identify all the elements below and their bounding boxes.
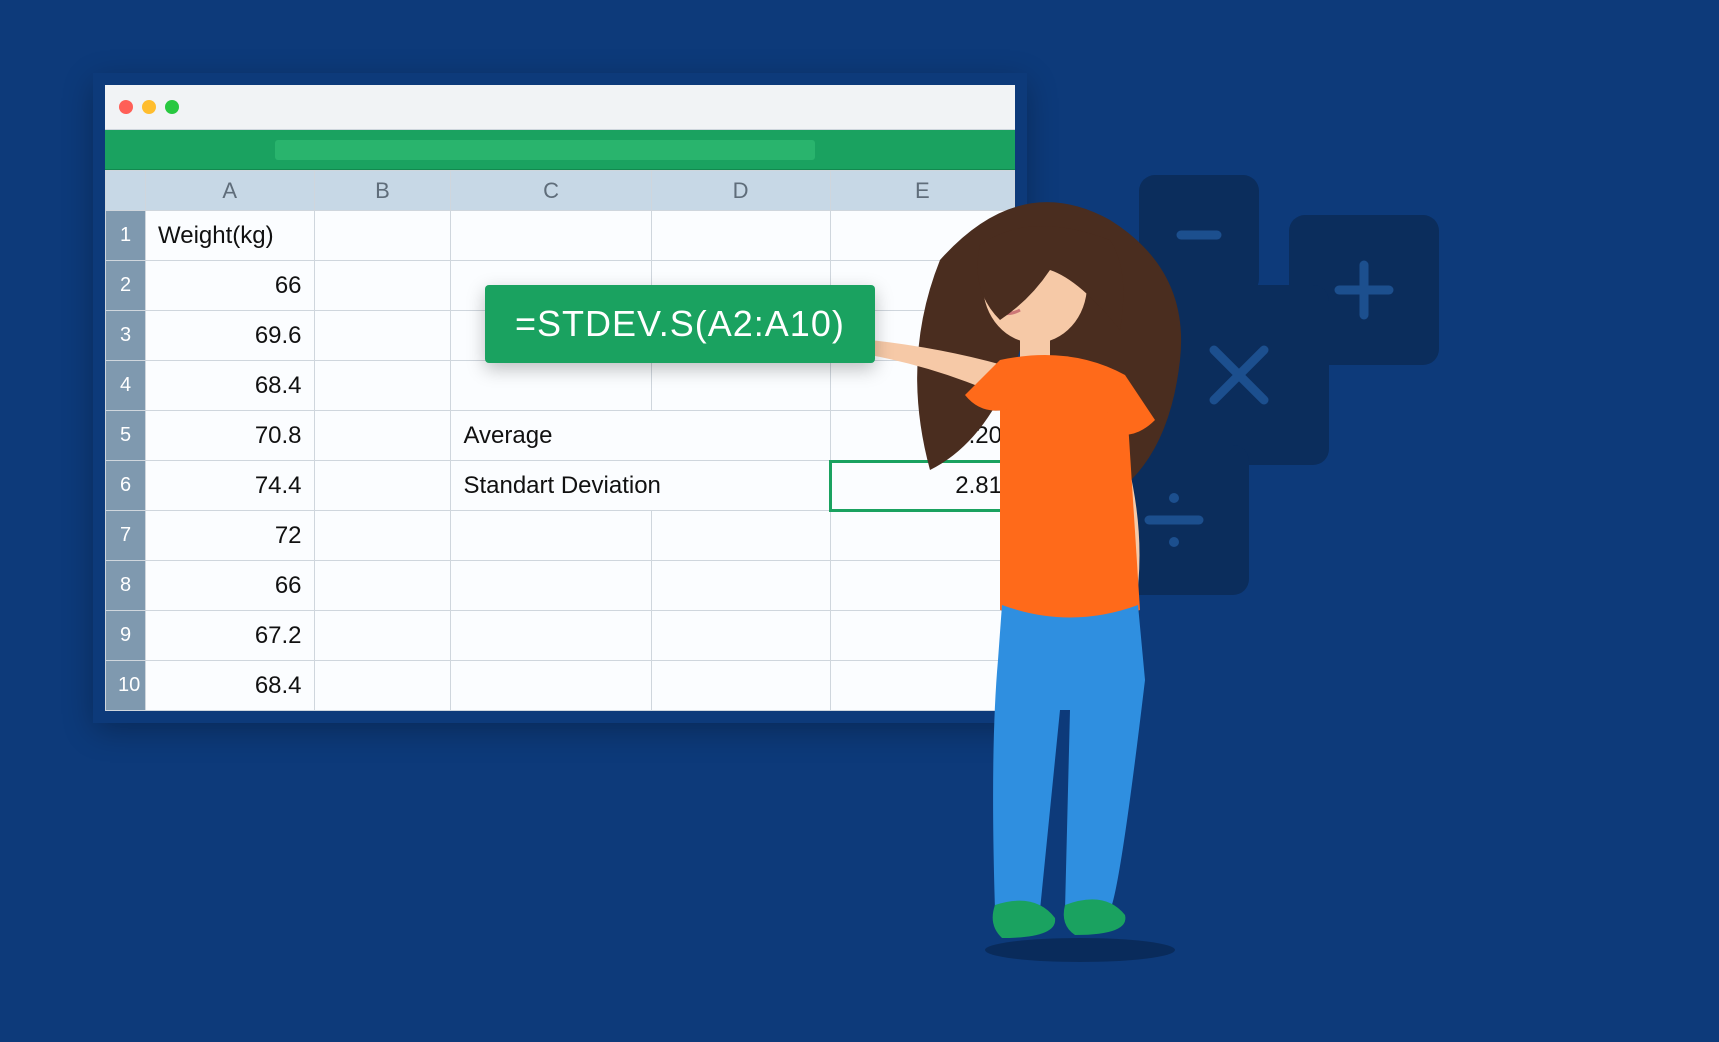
minimize-icon[interactable] [142,100,156,114]
cell-A4[interactable]: 68.4 [146,361,315,411]
cell-B3[interactable] [314,311,451,361]
cell-D9[interactable] [651,611,830,661]
cell-B7[interactable] [314,511,451,561]
row-header-10[interactable]: 10 [106,661,146,711]
cell-B6[interactable] [314,461,451,511]
cell-B10[interactable] [314,661,451,711]
cell-A7[interactable]: 72 [146,511,315,561]
cell-A2[interactable]: 66 [146,261,315,311]
cell-A3[interactable]: 69.6 [146,311,315,361]
cell-B8[interactable] [314,561,451,611]
cell-C6[interactable]: Standart Deviation [451,461,830,511]
cell-B1[interactable] [314,211,451,261]
cell-D7[interactable] [651,511,830,561]
row-header-6[interactable]: 6 [106,461,146,511]
row-header-8[interactable]: 8 [106,561,146,611]
col-header-D[interactable]: D [651,171,830,211]
window-titlebar [105,85,1015,130]
cell-A1[interactable]: Weight(kg) [146,211,315,261]
cell-C5[interactable]: Average [451,411,830,461]
cell-A9[interactable]: 67.2 [146,611,315,661]
row-header-5[interactable]: 5 [106,411,146,461]
cell-D10[interactable] [651,661,830,711]
cell-A8[interactable]: 66 [146,561,315,611]
cell-A6[interactable]: 74.4 [146,461,315,511]
cell-C10[interactable] [451,661,651,711]
cell-B2[interactable] [314,261,451,311]
row-header-4[interactable]: 4 [106,361,146,411]
corner-cell[interactable] [106,171,146,211]
row-header-1[interactable]: 1 [106,211,146,261]
col-header-C[interactable]: C [451,171,651,211]
cell-C7[interactable] [451,511,651,561]
cell-A10[interactable]: 68.4 [146,661,315,711]
cell-D1[interactable] [651,211,830,261]
cell-B9[interactable] [314,611,451,661]
close-icon[interactable] [119,100,133,114]
person-illustration [870,190,1250,970]
row-header-7[interactable]: 7 [106,511,146,561]
cell-C1[interactable] [451,211,651,261]
cell-D8[interactable] [651,561,830,611]
row-header-9[interactable]: 9 [106,611,146,661]
cell-D4[interactable] [651,361,830,411]
spreadsheet-toolbar [105,130,1015,170]
maximize-icon[interactable] [165,100,179,114]
cell-A5[interactable]: 70.8 [146,411,315,461]
col-header-A[interactable]: A [146,171,315,211]
col-header-B[interactable]: B [314,171,451,211]
cell-B5[interactable] [314,411,451,461]
cell-C4[interactable] [451,361,651,411]
formula-display: =STDEV.S(A2:A10) [485,285,875,363]
cell-B4[interactable] [314,361,451,411]
cell-C8[interactable] [451,561,651,611]
row-header-3[interactable]: 3 [106,311,146,361]
cell-C9[interactable] [451,611,651,661]
row-header-2[interactable]: 2 [106,261,146,311]
